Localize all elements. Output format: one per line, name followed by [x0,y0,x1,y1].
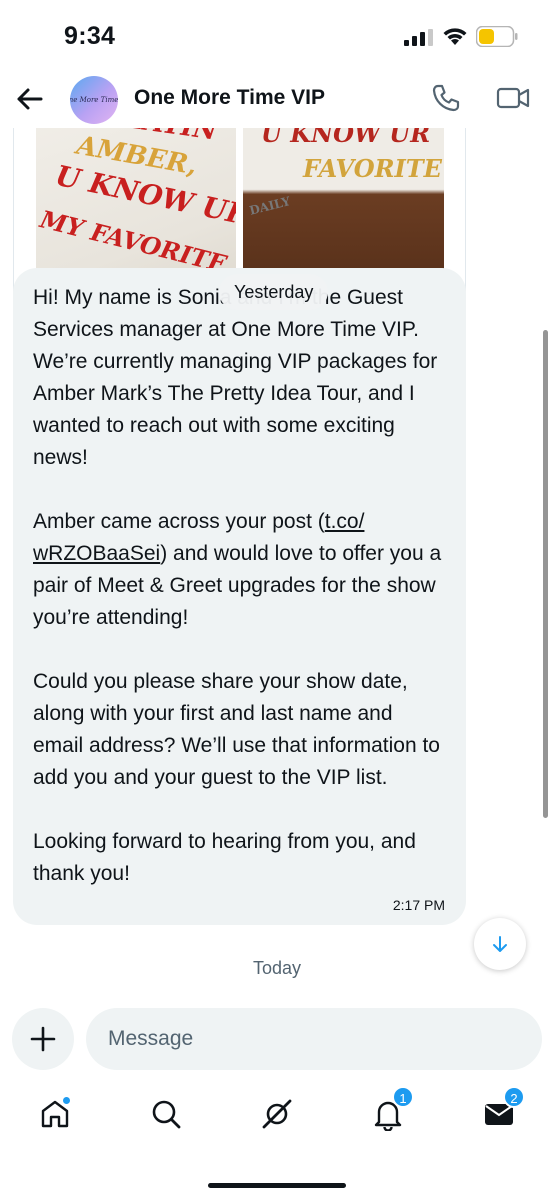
message-text: Amber came across your post ( [33,510,325,533]
cellular-signal-icon [404,29,433,46]
message-input[interactable] [86,1008,542,1070]
plus-icon [30,1026,56,1052]
video-call-icon[interactable] [496,84,530,112]
battery-icon [476,26,518,47]
conversation-header: One More Time... One More Time VIP [0,72,554,128]
message-paragraph: Amber came across your post (t.co/​wRZOB… [33,506,446,634]
back-arrow-icon[interactable] [14,84,44,114]
message-composer [0,1000,554,1080]
add-media-button[interactable] [12,1008,74,1070]
date-divider-yesterday: Yesterday [219,274,329,310]
avatar[interactable]: One More Time... [70,76,118,124]
bottom-tab-bar: 1 2 [0,1082,554,1152]
message-timestamp: 2:17 PM [392,897,445,913]
scrollbar[interactable] [543,330,548,818]
tab-notifications[interactable]: 1 [366,1086,414,1136]
tab-messages[interactable]: 2 [477,1086,525,1136]
status-bar: 9:34 [0,0,554,72]
home-indicator [208,1183,346,1188]
message-paragraph: Hi! My name is Sonia and I’m the Guest S… [33,286,438,469]
date-divider-today: Today [252,958,302,978]
sign-text-line: U KNOW UR [261,128,431,148]
notifications-badge: 1 [392,1086,414,1108]
phone-call-icon[interactable] [430,82,462,114]
arrow-down-icon [493,936,507,952]
message-bubble[interactable]: Hi! My name is Sonia and I’m the Guest S… [13,268,466,925]
tab-home[interactable] [33,1092,77,1136]
message-paragraph: Could you please share your show date, a… [33,670,440,789]
tab-grok[interactable] [255,1092,299,1136]
wifi-icon [443,28,467,45]
messages-badge: 2 [503,1086,525,1108]
avatar-logo-text: One More Time... [70,96,118,104]
message-paragraph: Looking forward to hearing from you, and… [33,830,416,885]
sign-text-line: DAILY [247,194,292,218]
tab-search[interactable] [144,1092,188,1136]
status-time: 9:34 [64,22,116,50]
grok-icon [262,1099,292,1129]
home-unread-dot [62,1096,71,1105]
scroll-to-bottom-button[interactable] [474,918,526,970]
message-list[interactable]: PLAYIN AMBER, U KNOW UR MY FAVORITE U KN… [0,128,554,1000]
conversation-title[interactable]: One More Time VIP [134,86,325,110]
sign-text-line: FAVORITE [303,154,442,183]
search-icon [152,1100,181,1129]
